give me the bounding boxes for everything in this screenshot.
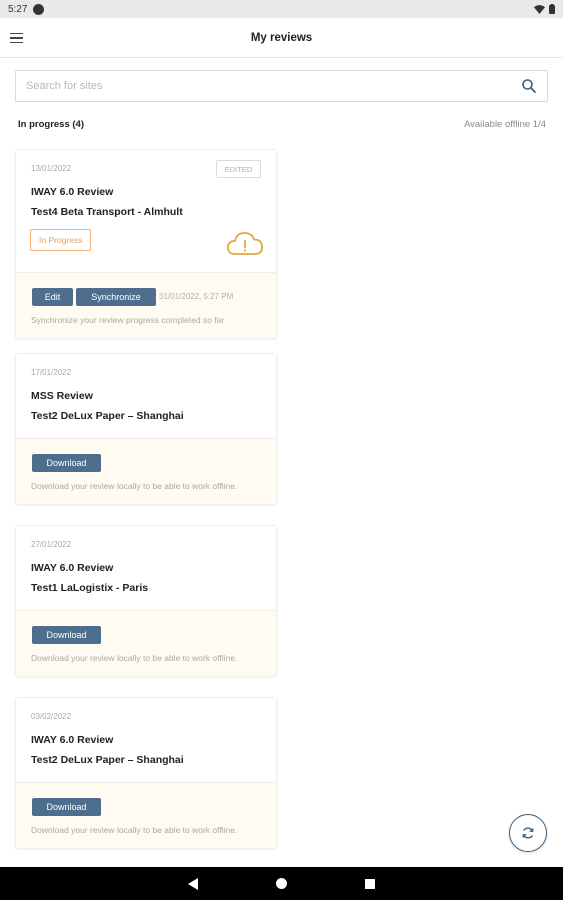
- search-bar: [15, 70, 548, 102]
- card-title: IWAY 6.0 Review: [31, 186, 114, 198]
- card-note: Download your review locally to be able …: [31, 653, 238, 663]
- back-icon[interactable]: [188, 877, 198, 890]
- refresh-button[interactable]: [509, 814, 547, 852]
- card-actions: Download Download your review locally to…: [16, 782, 276, 848]
- section-header: In progress (4) Available offline 1/4: [18, 119, 546, 130]
- synchronize-button[interactable]: Synchronize: [76, 288, 156, 306]
- status-right: [534, 4, 555, 14]
- card-site: Test2 DeLux Paper – Shanghai: [31, 754, 184, 766]
- card-note: Download your review locally to be able …: [31, 825, 238, 835]
- review-card[interactable]: 03/02/2022 IWAY 6.0 Review Test2 DeLux P…: [15, 697, 277, 849]
- card-date: 17/01/2022: [31, 368, 72, 377]
- card-date: 13/01/2022: [31, 164, 72, 173]
- refresh-icon: [522, 827, 534, 839]
- review-card[interactable]: 13/01/2022 EDITED IWAY 6.0 Review Test4 …: [15, 149, 277, 339]
- status-bar: 5:27: [0, 0, 563, 18]
- download-button[interactable]: Download: [32, 626, 101, 644]
- card-note: Synchronize your review progress complet…: [31, 315, 225, 325]
- card-actions: Edit Synchronize 31/01/2022, 5:27 PM Syn…: [16, 272, 276, 338]
- card-date: 27/01/2022: [31, 540, 72, 549]
- system-nav-bar: [0, 867, 563, 900]
- app-bar: My reviews: [0, 18, 563, 58]
- edit-button[interactable]: Edit: [32, 288, 73, 306]
- status-badge: In Progress: [30, 229, 92, 251]
- card-title: IWAY 6.0 Review: [31, 562, 114, 574]
- card-date: 03/02/2022: [31, 712, 72, 721]
- cloud-warning-icon[interactable]: [226, 228, 264, 258]
- review-card[interactable]: 27/01/2022 IWAY 6.0 Review Test1 LaLogis…: [15, 525, 277, 677]
- search-icon[interactable]: [521, 78, 537, 94]
- download-button[interactable]: Download: [32, 454, 101, 472]
- status-left: 5:27: [8, 3, 45, 15]
- review-card[interactable]: 17/01/2022 MSS Review Test2 DeLux Paper …: [15, 353, 277, 505]
- hamburger-icon[interactable]: [10, 28, 30, 48]
- page-title: My reviews: [250, 31, 313, 44]
- status-time: 5:27: [8, 3, 28, 15]
- card-actions: Download Download your review locally to…: [16, 438, 276, 504]
- card-site: Test2 DeLux Paper – Shanghai: [31, 410, 184, 422]
- home-icon[interactable]: [276, 878, 287, 889]
- wifi-icon: [534, 4, 545, 14]
- recent-apps-icon[interactable]: [365, 878, 375, 889]
- offline-count: Available offline 1/4: [463, 119, 546, 130]
- section-title: In progress (4): [18, 119, 84, 130]
- card-note: Download your review locally to be able …: [31, 481, 238, 491]
- card-title: IWAY 6.0 Review: [31, 734, 114, 746]
- g-icon: [33, 3, 45, 15]
- card-actions: Download Download your review locally to…: [16, 610, 276, 676]
- card-title: MSS Review: [31, 390, 93, 402]
- edited-badge: EDITED: [216, 160, 261, 178]
- search-input[interactable]: [26, 80, 521, 92]
- battery-icon: [549, 4, 555, 14]
- sync-timestamp: 31/01/2022, 5:27 PM: [159, 292, 234, 301]
- card-site: Test1 LaLogistix - Paris: [31, 582, 149, 594]
- download-button[interactable]: Download: [32, 798, 101, 816]
- card-site: Test4 Beta Transport - Almhult: [31, 206, 183, 218]
